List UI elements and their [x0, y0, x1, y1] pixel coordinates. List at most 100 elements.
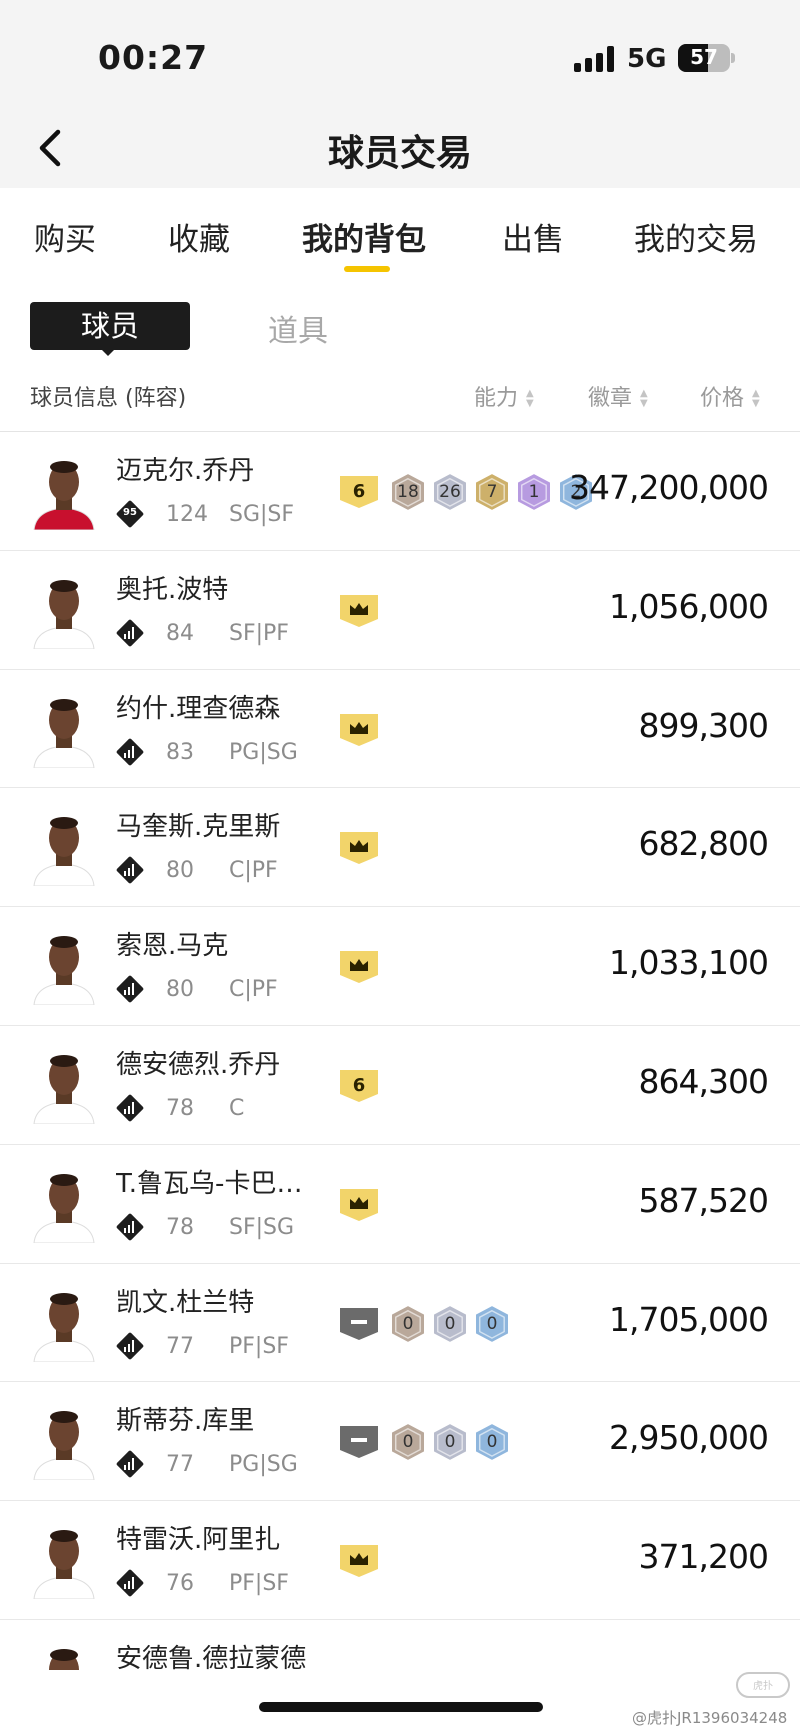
badge-purple: 1	[516, 472, 552, 512]
watermark-text: @虎扑JR1396034248	[632, 1709, 788, 1727]
rating-icon	[115, 1212, 145, 1241]
player-avatar	[30, 1521, 98, 1600]
player-name: T.鲁瓦乌-卡巴罗特	[116, 1168, 326, 1199]
player-price: 347,200,000	[569, 468, 769, 507]
player-avatar	[30, 927, 98, 1006]
player-avatar	[30, 1284, 98, 1363]
badge-count: 0	[486, 1432, 498, 1453]
player-row[interactable]: 斯蒂芬.库里 77 PG|SG 0 0 0 2,950,000	[0, 1382, 800, 1502]
player-row[interactable]: T.鲁瓦乌-卡巴罗特 78 SF|SG 587,520	[0, 1145, 800, 1264]
player-name: 索恩.马克	[116, 931, 229, 962]
badge-silver: 0	[432, 1422, 468, 1463]
sort-badge[interactable]: 徽章 ▲ ▼	[588, 380, 648, 412]
player-row[interactable]: 安德鲁.德拉蒙德	[0, 1620, 800, 1670]
player-row[interactable]: 索恩.马克 80 C|PF 1,033,100	[0, 907, 800, 1026]
badge-count: 7	[486, 482, 498, 502]
badge-bronze: 0	[390, 1422, 426, 1463]
player-ovr: 77	[166, 1333, 194, 1359]
badge-count: 0	[486, 1313, 498, 1334]
badge-gold: 7	[474, 472, 510, 512]
player-position: PF|SF	[229, 1571, 289, 1597]
player-ovr: 80	[166, 977, 194, 1003]
active-tab-indicator	[344, 266, 390, 272]
sort-arrows-icon: ▲ ▼	[752, 388, 760, 409]
battery-icon: 57	[678, 44, 730, 72]
player-row[interactable]: 迈克尔.乔丹 95 124 SG|SF 6 18 26 7 1 2 347,200,000	[0, 432, 800, 551]
player-avatar	[30, 808, 98, 887]
player-row[interactable]: 凯文.杜兰特 77 PF|SF 0 0 0 1,705,000	[0, 1264, 800, 1383]
rating-icon	[115, 737, 145, 766]
player-price: 371,200	[638, 1537, 769, 1577]
crown-tier-icon	[340, 594, 378, 627]
tab-my-trades[interactable]: 我的交易	[634, 214, 758, 259]
tab-my-bag[interactable]: 我的背包	[302, 214, 426, 259]
crown-tier-icon	[340, 1188, 378, 1221]
player-name: 奥托.波特	[116, 574, 229, 605]
player-position: PG|SG	[229, 739, 298, 765]
crown-tier-icon	[340, 951, 378, 984]
status-bar: 00:27 5G 57	[0, 0, 800, 110]
player-price: 682,800	[638, 824, 769, 864]
rating-icon	[115, 856, 145, 885]
page-title: 球员交易	[327, 133, 472, 174]
crown-tier-icon	[340, 1545, 378, 1578]
badge-bronze: 18	[390, 472, 426, 512]
sort-price[interactable]: 价格 ▲ ▼	[700, 380, 760, 412]
badge-count: 18	[397, 482, 419, 502]
sort-ability[interactable]: 能力 ▲ ▼	[474, 380, 534, 412]
badge-count: 26	[439, 482, 461, 502]
badge-silver: 0	[432, 1303, 468, 1344]
player-name: 约什.理查德森	[116, 693, 281, 724]
status-time: 00:27	[98, 38, 209, 77]
rating-icon	[115, 975, 145, 1004]
badge-count: 0	[402, 1432, 414, 1453]
subtab-caret	[100, 348, 116, 356]
player-avatar	[30, 1640, 98, 1670]
player-row[interactable]: 马奎斯.克里斯 80 C|PF 682,800	[0, 788, 800, 908]
tier-number: 6	[352, 481, 366, 502]
badge-count: 0	[402, 1313, 414, 1334]
tab-sell[interactable]: 出售	[502, 214, 564, 259]
sort-arrows-icon: ▲ ▼	[526, 388, 534, 409]
player-name: 安德鲁.德拉蒙德	[116, 1643, 307, 1670]
watermark-logo: 虎扑	[736, 1672, 790, 1698]
player-ovr: 77	[166, 1452, 194, 1478]
player-ovr: 78	[166, 1095, 194, 1121]
tier-tag: 6	[340, 1069, 378, 1102]
player-avatar	[30, 452, 98, 531]
player-row[interactable]: 特雷沃.阿里扎 76 PF|SF 371,200	[0, 1501, 800, 1620]
player-row[interactable]: 德安德烈.乔丹 78 C 6 864,300	[0, 1026, 800, 1145]
player-position: C|PF	[229, 858, 278, 884]
badge-blue: 0	[474, 1422, 510, 1463]
rating-badge-value: 95	[123, 507, 137, 518]
tab-favorites[interactable]: 收藏	[168, 214, 230, 259]
player-position: SF|PF	[229, 620, 289, 646]
rating-icon	[115, 1569, 145, 1598]
player-ovr: 78	[166, 1214, 194, 1240]
badge-blue: 0	[474, 1303, 510, 1344]
player-name: 迈克尔.乔丹	[116, 456, 255, 486]
tab-buy[interactable]: 购买	[34, 214, 96, 259]
badge-silver: 26	[432, 472, 468, 512]
badge-count: 0	[444, 1313, 456, 1334]
dash-tier-icon	[340, 1307, 378, 1340]
player-position: SG|SF	[229, 502, 295, 527]
player-row[interactable]: 约什.理查德森 83 PG|SG 899,300	[0, 670, 800, 789]
player-position: SF|SG	[229, 1214, 295, 1240]
home-indicator	[259, 1702, 543, 1712]
player-list: 迈克尔.乔丹 95 124 SG|SF 6 18 26 7 1 2 347,200,000…	[0, 432, 800, 1670]
player-position: C|PF	[229, 977, 278, 1003]
player-ovr: 84	[166, 620, 194, 646]
crown-tier-icon	[340, 713, 378, 746]
player-avatar	[30, 1046, 98, 1125]
player-row[interactable]: 奥托.波特 84 SF|PF 1,056,000	[0, 551, 800, 670]
subtab-player[interactable]: 球员	[30, 302, 190, 350]
battery-level: 57	[690, 45, 718, 69]
rating-icon	[115, 1093, 145, 1123]
subtab-prop[interactable]: 道具	[268, 306, 328, 350]
crown-tier-icon	[340, 832, 378, 865]
tier-number: 6	[352, 1074, 366, 1096]
column-price: 价格	[700, 386, 745, 411]
badge-bronze: 0	[390, 1303, 426, 1344]
player-position: PG|SG	[229, 1452, 298, 1478]
